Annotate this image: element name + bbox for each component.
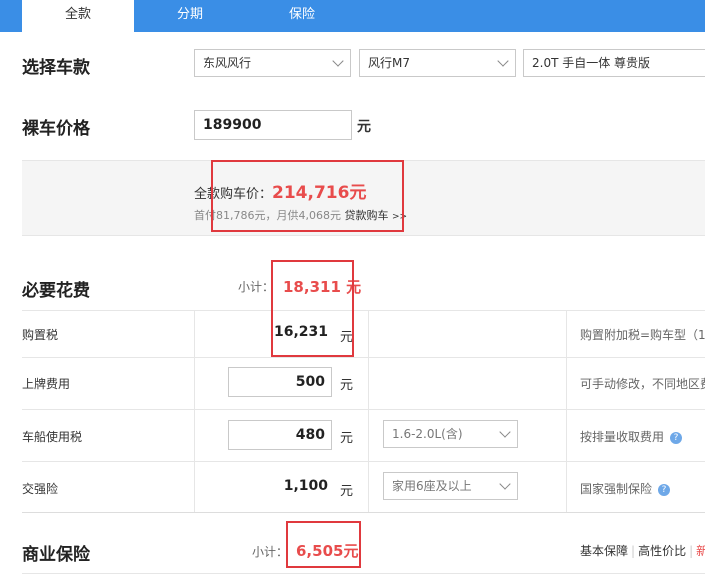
- tab-full-payment[interactable]: 全款: [22, 0, 134, 32]
- registration-fee-label: 上牌费用: [22, 377, 71, 391]
- annotation-box: [211, 160, 404, 232]
- divider: [22, 512, 705, 513]
- registration-fee-note: 可手动修改，不同地区费: [580, 377, 705, 391]
- divider: [22, 310, 705, 311]
- plan-value[interactable]: 高性价比: [638, 544, 686, 558]
- divider: [566, 310, 567, 512]
- series-select[interactable]: 风行M7: [359, 49, 516, 77]
- seat-type-select-value: 家用6座及以上: [392, 479, 472, 493]
- vehicle-tax-unit: 元: [340, 431, 354, 446]
- vehicle-tax-input[interactable]: 480: [228, 420, 332, 450]
- plan-new[interactable]: 新: [696, 544, 705, 558]
- commercial-insurance-label: 商业保险: [22, 545, 90, 565]
- divider: [22, 357, 705, 358]
- brand-select-value: 东风风行: [203, 56, 252, 70]
- tab-bar: 全款 分期 保险: [0, 0, 705, 32]
- chevron-down-icon: [499, 478, 511, 490]
- trim-select-value: 2.0T 手自一体 尊贵版: [532, 56, 651, 70]
- tab-installment[interactable]: 分期: [134, 0, 246, 32]
- annotation-box: [271, 260, 354, 357]
- chevron-down-icon: [332, 55, 344, 67]
- required-subtotal-label: 小计：: [238, 280, 275, 294]
- insurance-plan-options: 基本保障 | 高性价比 | 新: [580, 542, 705, 559]
- registration-fee-unit: 元: [340, 378, 354, 393]
- series-select-value: 风行M7: [368, 56, 410, 70]
- select-model-label: 选择车款: [22, 58, 90, 78]
- help-icon[interactable]: ?: [670, 432, 683, 444]
- divider: [22, 409, 705, 410]
- purchase-tax-note: 购置附加税=购车型（1: [580, 328, 705, 342]
- chevron-down-icon: [497, 55, 509, 67]
- separator: |: [631, 544, 636, 558]
- vehicle-tax-note-line: 按排量收取费用?: [580, 428, 683, 445]
- brand-select[interactable]: 东风风行: [194, 49, 351, 77]
- plan-basic[interactable]: 基本保障: [580, 544, 628, 558]
- bare-price-label: 裸车价格: [22, 119, 90, 139]
- vehicle-tax-note: 按排量收取费用: [580, 430, 665, 444]
- commercial-subtotal-label: 小计：: [252, 545, 289, 559]
- vehicle-tax-label: 车船使用税: [22, 430, 83, 444]
- displacement-select[interactable]: 1.6-2.0L(含): [383, 420, 518, 448]
- seat-type-select[interactable]: 家用6座及以上: [383, 472, 518, 500]
- divider: [194, 310, 195, 512]
- compulsory-insurance-value: 1,100: [283, 478, 328, 494]
- required-expenses-label: 必要花费: [22, 281, 90, 301]
- registration-fee-input[interactable]: 500: [228, 367, 332, 397]
- compulsory-insurance-note-line: 国家强制保险?: [580, 480, 671, 497]
- compulsory-insurance-label: 交强险: [22, 482, 59, 496]
- purchase-tax-label: 购置税: [22, 328, 59, 342]
- compulsory-insurance-note: 国家强制保险: [580, 482, 653, 496]
- divider: [22, 573, 705, 574]
- bare-price-unit: 元: [357, 119, 371, 135]
- bare-price-input[interactable]: 189900: [194, 110, 352, 140]
- displacement-select-value: 1.6-2.0L(含): [392, 427, 463, 441]
- help-icon[interactable]: ?: [658, 484, 671, 496]
- trim-select[interactable]: 2.0T 手自一体 尊贵版: [523, 49, 705, 77]
- separator: |: [689, 544, 694, 558]
- annotation-box: [286, 521, 361, 568]
- chevron-down-icon: [499, 426, 511, 438]
- divider: [368, 310, 369, 512]
- divider: [22, 461, 705, 462]
- tab-insurance[interactable]: 保险: [246, 0, 358, 32]
- compulsory-insurance-unit: 元: [340, 484, 354, 499]
